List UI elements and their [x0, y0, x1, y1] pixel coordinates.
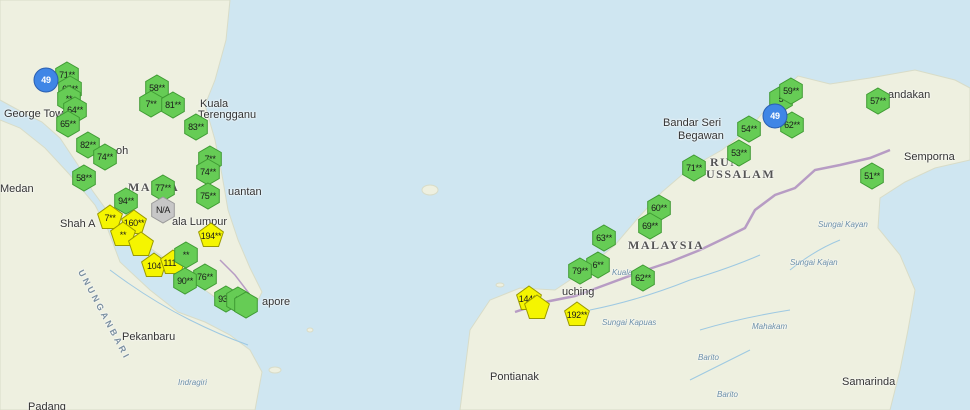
marker-value: 49	[770, 111, 780, 121]
map-label-barito2: Barito	[717, 390, 738, 399]
island	[421, 184, 439, 196]
aqi-marker-good[interactable]: 71**	[681, 154, 707, 182]
aqi-marker-good[interactable]: 54**	[736, 115, 762, 143]
map-label-mahakam: Mahakam	[752, 322, 788, 331]
aqi-marker-good[interactable]: 62**	[630, 264, 656, 292]
map-label-kuching: uching	[562, 286, 595, 298]
map-label-samarinda: Samarinda	[842, 376, 896, 388]
map-label-shah-alam: Shah A	[60, 218, 96, 230]
map-label-pekanbaru: Pekanbaru	[122, 331, 176, 343]
aqi-marker-good[interactable]: 90**	[172, 267, 198, 295]
aqi-marker-good[interactable]: 79**	[567, 257, 593, 285]
map-label-indragiri: Indragiri	[178, 378, 207, 387]
marker-value: 74**	[200, 167, 216, 177]
marker-value: 75**	[200, 191, 216, 201]
marker-value: 62**	[635, 273, 651, 283]
marker-value	[524, 295, 550, 321]
aqi-marker-blue[interactable]: 49	[762, 103, 788, 129]
map-label-brunei-2: USSALAM	[706, 167, 776, 181]
aqi-marker-good[interactable]: 63**	[591, 224, 617, 252]
map-label-sandakan: andakan	[888, 89, 931, 101]
map-label-padang: Padang	[28, 401, 66, 410]
map-label-malaysia-east: MALAYSIA	[628, 238, 705, 252]
map-label-kayan: Sungai Kayan	[818, 220, 868, 229]
map-label-semporna: Semporna	[904, 151, 955, 163]
map-label-bandar-seri-2: Begawan	[678, 130, 724, 142]
map-label-pontianak: Pontianak	[490, 371, 539, 383]
marker-value: 192**	[566, 310, 588, 320]
marker-value: 194**	[200, 231, 222, 241]
island	[268, 366, 282, 374]
marker-value: 58**	[76, 173, 92, 183]
map-label-kajan: Sungai Kajan	[790, 258, 838, 267]
marker-value: N/A	[155, 205, 171, 215]
aqi-marker-good[interactable]: 83**	[183, 113, 209, 141]
map-label-kuantan: uantan	[228, 186, 262, 198]
island	[306, 327, 314, 333]
map-label-barito1: Barito	[698, 353, 719, 362]
aqi-marker-moderate[interactable]	[524, 294, 550, 321]
aqi-marker-good[interactable]: 69**	[637, 212, 663, 240]
marker-value: 79**	[572, 266, 588, 276]
aqi-marker-good[interactable]: 59**	[778, 77, 804, 105]
marker-value: 63**	[596, 233, 612, 243]
map-label-bandar-seri-1: Bandar Seri	[663, 117, 722, 129]
aqi-marker-good[interactable]: 58**	[71, 164, 97, 192]
marker-value: 83**	[188, 122, 204, 132]
marker-value: 71**	[686, 163, 702, 173]
aqi-marker-na[interactable]: N/A	[150, 196, 176, 224]
marker-value: 57**	[870, 96, 886, 106]
aqi-marker-good[interactable]: 75**	[195, 182, 221, 210]
marker-value: 54**	[741, 124, 757, 134]
aqi-marker-good[interactable]	[233, 291, 259, 319]
map-view[interactable]: KualaTerengganuGeorge TownohMedanMA SIAu…	[0, 0, 970, 410]
map-label-medan: Medan	[0, 183, 34, 195]
aqi-marker-moderate[interactable]: 194**	[198, 222, 224, 249]
marker-value: 49	[41, 75, 51, 85]
aqi-marker-blue[interactable]: 49	[33, 67, 59, 93]
island	[495, 282, 505, 288]
marker-value: 51**	[864, 171, 880, 181]
map-label-kapuas: Sungai Kapuas	[602, 318, 657, 327]
marker-value: 90**	[177, 276, 193, 286]
aqi-marker-moderate[interactable]: 192**	[564, 301, 590, 328]
marker-value: 69**	[642, 221, 658, 231]
marker-value	[233, 292, 259, 318]
aqi-marker-good[interactable]: 57**	[865, 87, 891, 115]
aqi-marker-good[interactable]: 53**	[726, 139, 752, 167]
aqi-marker-good[interactable]: 51**	[859, 162, 885, 190]
aqi-marker-good[interactable]: 74**	[195, 158, 221, 186]
marker-value: 53**	[731, 148, 747, 158]
map-label-singapore: apore	[262, 296, 291, 308]
basemap	[0, 0, 970, 410]
marker-value: 59**	[783, 86, 799, 96]
